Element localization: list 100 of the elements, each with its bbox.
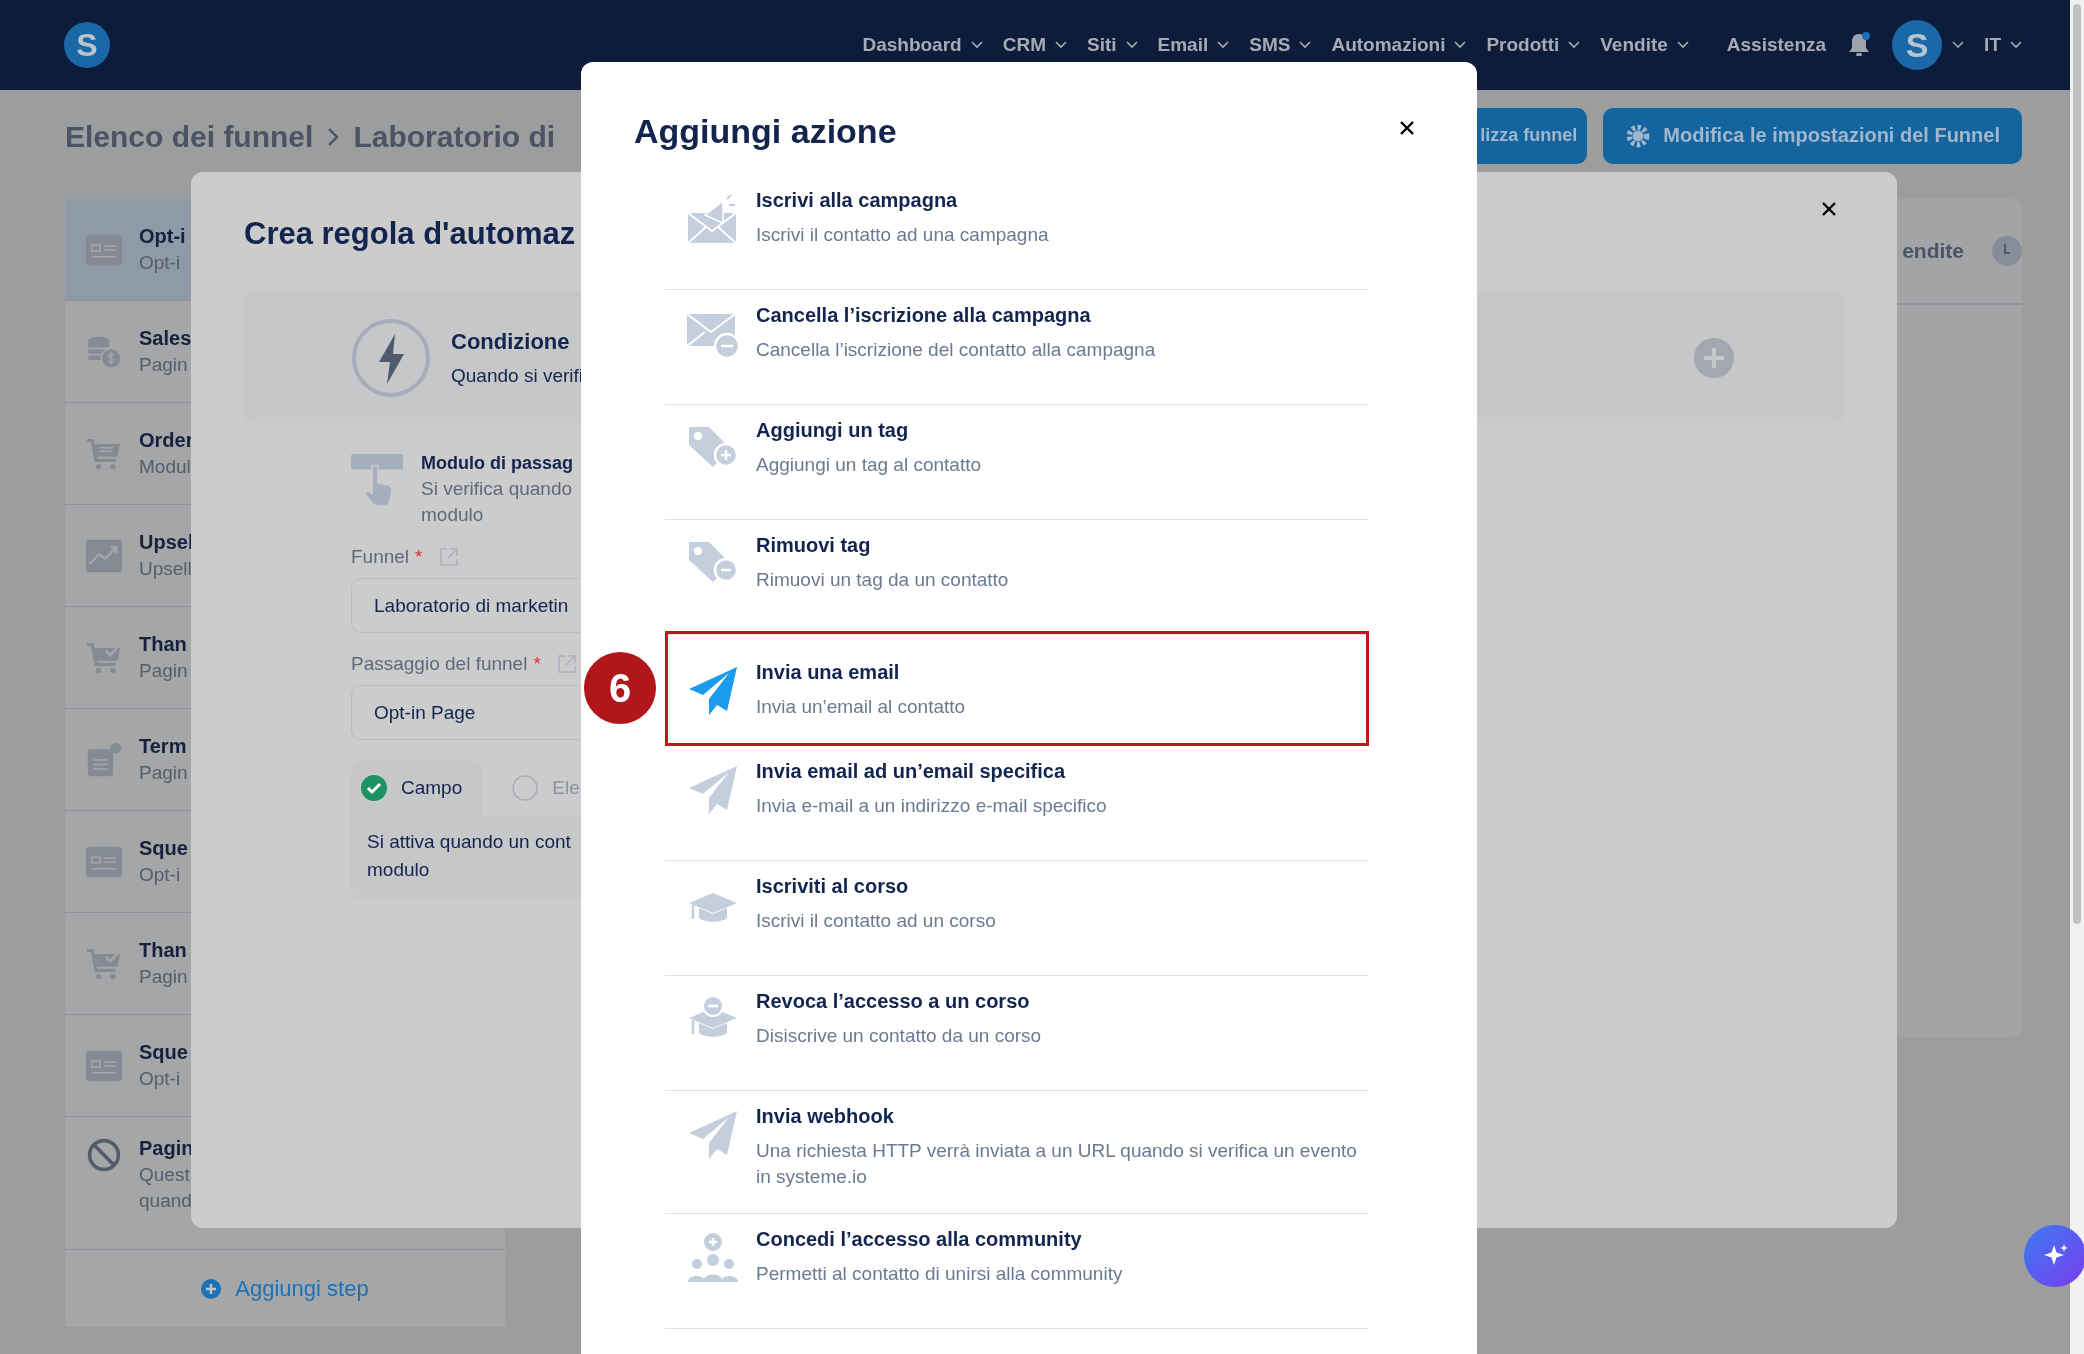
chart-icon — [85, 537, 123, 574]
action-description: Invia un’email al contatto — [756, 695, 966, 719]
paper-plane-icon — [687, 1109, 739, 1161]
step-subtitle: Modul — [139, 456, 191, 478]
chevron-down-icon — [1568, 41, 1581, 49]
required-mark: * — [415, 546, 423, 568]
hand-pointer-icon — [351, 453, 405, 509]
step-number-badge: 6 — [582, 650, 658, 726]
step-subtitle: Upsell — [139, 558, 192, 580]
step-subtitle: Pagin — [139, 354, 188, 376]
field-label: Passaggio del funnel — [351, 653, 528, 675]
chevron-down-icon — [1125, 41, 1138, 49]
step-subtitle: Pagin — [139, 966, 188, 988]
chevron-down-icon — [1217, 41, 1230, 49]
trigger-title: Modulo di passag — [421, 453, 573, 474]
chevron-down-icon[interactable] — [1952, 41, 1965, 49]
action-option[interactable]: Concedi l’accesso alla community Permetti al contatto di unirsi alla community — [665, 1214, 1369, 1330]
action-description: Aggiungi un tag al contatto — [756, 453, 981, 477]
chevron-down-icon — [1676, 41, 1689, 49]
action-option[interactable]: Iscriviti al corso Iscrivi il contatto ad un corso — [665, 861, 1369, 976]
step-subtitle: Pagin — [139, 660, 188, 682]
nav-menu-item[interactable]: CRM — [1002, 34, 1067, 56]
paper-plane-icon — [687, 665, 739, 717]
clock-icon — [1992, 236, 2022, 266]
breadcrumb-current: Laboratorio di — [353, 119, 556, 154]
step-subtitle: Pagin — [139, 762, 188, 784]
step-title: Order — [139, 429, 194, 452]
document-icon — [85, 741, 123, 778]
help-link[interactable]: Assistenza — [1726, 34, 1827, 56]
action-title: Invia webhook — [756, 1105, 894, 1128]
chevron-down-icon — [1454, 41, 1467, 49]
mode-tab[interactable]: Campo — [351, 760, 483, 815]
step-subtitle: Opt-i — [139, 252, 181, 274]
action-title: Aggiungi un tag — [756, 419, 909, 442]
notification-bell-icon[interactable] — [1846, 31, 1873, 59]
step-subtitle: quand — [139, 1190, 192, 1212]
language-selector[interactable]: IT — [1984, 34, 2022, 56]
step-subtitle: Quest — [139, 1164, 190, 1186]
nav-menu-item[interactable]: Automazioni — [1331, 34, 1467, 56]
mode-description: Si attiva quando un cont — [367, 831, 571, 853]
lightning-icon — [351, 317, 431, 398]
ai-assistant-button[interactable] — [2024, 1225, 2084, 1287]
scrollbar-thumb[interactable] — [2073, 4, 2081, 924]
chevron-right-icon — [327, 126, 340, 147]
step-title: Term — [139, 735, 187, 758]
action-title: Invia email ad un’email specifica — [756, 760, 1066, 783]
trigger-description: Si verifica quando — [421, 478, 573, 500]
action-description: Cancella l’iscrizione del contatto alla campagna — [756, 338, 1156, 362]
nav-menu-item[interactable]: Email — [1157, 34, 1230, 56]
mode-description: modulo — [367, 859, 430, 881]
chevron-down-icon — [1299, 41, 1312, 49]
nav-menu-item[interactable]: SMS — [1249, 34, 1312, 56]
action-option[interactable]: Aggiungi un tag Aggiungi un tag al contatto — [665, 405, 1369, 520]
step-title: Pagin — [139, 1137, 194, 1160]
action-description: Disiscrive un contatto da un corso — [756, 1024, 1042, 1048]
step-title: Sque — [139, 837, 188, 860]
action-description: Iscrivi il contatto ad una campagna — [756, 223, 1049, 247]
action-option[interactable]: Revoca l’accesso a un corso Disiscrive un contatto da un corso — [665, 976, 1369, 1091]
dialog-title: Aggiungi azione — [634, 112, 897, 151]
action-description: Invia e-mail a un indirizzo e-mail specifico — [756, 794, 1107, 818]
action-description: Una richiesta HTTP verrà inviata a un URL quando si verifica un evento in systeme.io — [756, 1139, 1358, 1189]
dialog-title: Crea regola d'automaz — [244, 216, 576, 252]
radio-circle-icon — [512, 774, 539, 801]
nav-menu-item[interactable]: Prodotti — [1486, 34, 1581, 56]
action-option[interactable]: Rimuovi tag Rimuovi un tag da un contatto — [665, 520, 1369, 635]
action-title: Invia una email — [756, 661, 900, 684]
people-plus-icon — [687, 1232, 739, 1285]
step-title: Opt-i — [139, 225, 186, 248]
action-description: Permetti al contatto di unirsi alla community — [756, 1262, 1123, 1287]
action-title: Concedi l’accesso alla community — [756, 1228, 1082, 1252]
action-description: Iscrivi il contatto ad un corso — [756, 909, 996, 933]
step-title: Sque — [139, 1041, 188, 1064]
action-title: Cancella l’iscrizione alla campagna — [756, 304, 1091, 327]
paper-plane-icon — [687, 764, 739, 816]
plus-circle-icon — [201, 1278, 222, 1299]
step-title: Than — [139, 939, 187, 962]
action-option[interactable]: Iscrivi alla campagna Iscrivi il contatto ad una campagna — [665, 175, 1369, 290]
required-mark: * — [533, 653, 541, 675]
chevron-down-icon — [2010, 41, 2022, 49]
check-circle-icon — [361, 774, 387, 801]
close-icon[interactable] — [1821, 201, 1837, 217]
step-title: Than — [139, 633, 187, 656]
action-option[interactable]: Invia webhook Una richiesta HTTP verrà inviata a un URL quando si verifica un evento in systeme.io — [665, 1091, 1369, 1215]
action-title: Rimuovi tag — [756, 534, 871, 557]
gear-icon — [1625, 122, 1652, 149]
field-label: Funnel — [351, 546, 410, 568]
action-option[interactable]: Invia email ad un’email specifica Invia e-mail a un indirizzo e-mail specifico — [665, 746, 1369, 861]
chevron-down-icon — [970, 41, 983, 49]
nav-menu-item[interactable]: Siti — [1086, 34, 1138, 56]
envelope-megaphone-icon — [687, 193, 739, 245]
action-option[interactable]: Cancella l’iscrizione alla campagna Cancella l’iscrizione del contatto alla campagna — [665, 290, 1369, 405]
nav-menu-item[interactable]: Dashboard — [862, 34, 983, 56]
close-icon[interactable] — [1399, 120, 1415, 136]
blocked-icon — [85, 1137, 123, 1173]
step-subtitle: Opt-i — [139, 1068, 181, 1090]
trigger-description: modulo — [421, 504, 484, 526]
step-subtitle: Opt-i — [139, 864, 181, 886]
nav-menu-item[interactable]: Vendite — [1600, 34, 1689, 56]
action-title: Revoca l’accesso a un corso — [756, 990, 1030, 1013]
step-title: Sales — [139, 327, 192, 350]
